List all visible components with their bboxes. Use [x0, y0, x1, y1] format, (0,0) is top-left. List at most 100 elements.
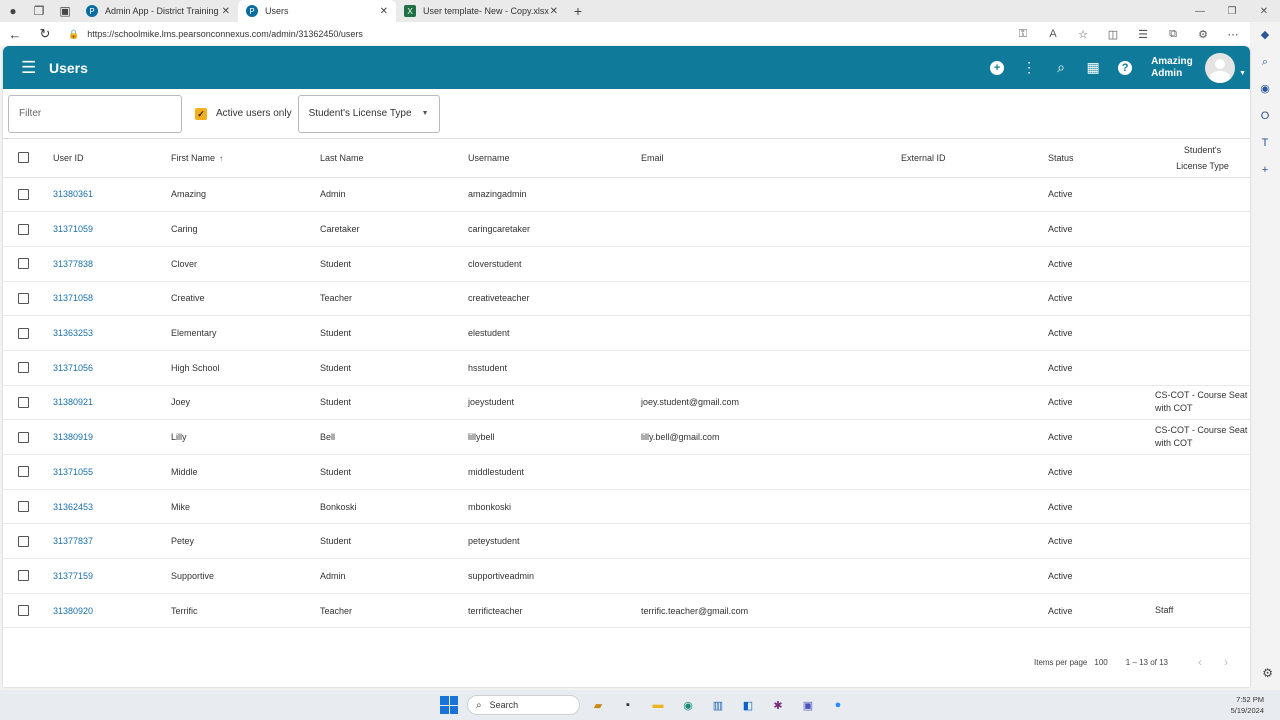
- window-close-icon[interactable]: ✕: [1248, 0, 1280, 22]
- row-checkbox[interactable]: [18, 223, 29, 235]
- row-checkbox[interactable]: [18, 188, 29, 200]
- license-type-select[interactable]: Student's License Type ▼: [297, 94, 440, 133]
- edge-browser-icon[interactable]: ◉: [673, 695, 703, 715]
- zoom-icon[interactable]: ●: [823, 695, 853, 715]
- url-field[interactable]: 🔒 https://schoolmike.lms.pearsonconnexus…: [68, 29, 1008, 40]
- split-screen-icon[interactable]: ◫: [1098, 28, 1128, 41]
- outlook-icon[interactable]: ◧: [733, 695, 763, 715]
- user-id-link[interactable]: 31371055: [53, 454, 171, 490]
- restore-icon[interactable]: ❐: [1216, 0, 1248, 22]
- profile-icon[interactable]: ●: [0, 0, 26, 22]
- new-tab-icon[interactable]: +: [566, 3, 590, 19]
- copilot-icon[interactable]: ◆: [1250, 22, 1280, 49]
- row-checkbox[interactable]: [18, 362, 29, 374]
- previous-page-icon[interactable]: ‹: [1198, 655, 1202, 669]
- briefcase-icon[interactable]: ▰: [583, 695, 613, 715]
- settings-gear-icon[interactable]: ⚙: [1262, 666, 1273, 680]
- system-clock[interactable]: 7:52 PM 5/19/2024: [1231, 694, 1264, 716]
- close-tab-icon[interactable]: ✕: [550, 6, 558, 17]
- favorite-star-icon[interactable]: ☆: [1068, 28, 1098, 41]
- search-icon[interactable]: ⌕: [1250, 49, 1280, 76]
- read-aloud-icon[interactable]: A: [1038, 28, 1068, 41]
- file-explorer-icon[interactable]: ▬: [643, 695, 673, 715]
- chevron-down-icon[interactable]: ▼: [1239, 70, 1246, 77]
- user-id-link[interactable]: 31380361: [53, 177, 171, 213]
- user-id-link[interactable]: 31380919: [53, 419, 171, 455]
- header-first-name[interactable]: First Name ↑: [171, 139, 320, 178]
- row-checkbox[interactable]: [18, 327, 29, 339]
- row-checkbox[interactable]: [18, 535, 29, 547]
- header-user-id[interactable]: User ID: [53, 139, 171, 178]
- tab-actions-icon[interactable]: ▣: [52, 0, 78, 22]
- user-id-link[interactable]: 31371059: [53, 211, 171, 247]
- more-vert-icon[interactable]: ⋮: [1013, 59, 1045, 76]
- row-checkbox[interactable]: [18, 396, 29, 408]
- row-checkbox[interactable]: [18, 501, 29, 513]
- close-tab-icon[interactable]: ✕: [222, 6, 230, 17]
- browser-tab-users[interactable]: P Users ✕: [238, 0, 396, 22]
- header-external-id[interactable]: External ID: [901, 139, 1048, 178]
- row-checkbox-cell: [3, 350, 53, 386]
- more-icon[interactable]: ⋯: [1218, 28, 1248, 41]
- lock-icon[interactable]: 🔒: [68, 29, 79, 40]
- next-page-icon[interactable]: ›: [1224, 655, 1228, 669]
- outlook-icon[interactable]: O: [1250, 103, 1280, 130]
- windows-start-icon[interactable]: [440, 696, 458, 714]
- clock-time: 7:52 PM: [1236, 695, 1264, 704]
- favorites-icon[interactable]: ☰: [1128, 28, 1158, 41]
- user-id-link[interactable]: 31371058: [53, 281, 171, 317]
- user-id-link[interactable]: 31377837: [53, 523, 171, 560]
- checkmark-icon[interactable]: ✓: [195, 107, 207, 120]
- row-checkbox[interactable]: [18, 292, 29, 304]
- header-license-type[interactable]: Student's License Type: [1155, 139, 1250, 178]
- apps-grid-icon[interactable]: ▦: [1077, 59, 1109, 76]
- app-icon[interactable]: ▥: [703, 695, 733, 715]
- row-checkbox[interactable]: [18, 466, 29, 478]
- teams-icon[interactable]: ▣: [793, 695, 823, 715]
- user-id-link[interactable]: 31380921: [53, 385, 171, 421]
- browser-tab-admin-app[interactable]: P Admin App - District Training ✕: [78, 0, 238, 22]
- slack-icon[interactable]: ✱: [763, 695, 793, 715]
- user-id-link[interactable]: 31377159: [53, 558, 171, 594]
- user-name[interactable]: Amazing Admin: [1151, 56, 1201, 80]
- paginator: Items per page 100 1 – 13 of 13 ‹ ›: [1034, 655, 1250, 669]
- filter-input[interactable]: [8, 94, 182, 133]
- username-cell: hsstudent: [468, 350, 641, 386]
- close-tab-icon[interactable]: ✕: [380, 6, 388, 17]
- search-icon[interactable]: ⌕: [1045, 59, 1077, 76]
- minimize-icon[interactable]: —: [1184, 0, 1216, 22]
- user-id-link[interactable]: 31377838: [53, 246, 171, 282]
- avatar[interactable]: [1205, 52, 1236, 83]
- workspaces-icon[interactable]: ❐: [26, 0, 52, 22]
- extensions-icon[interactable]: ⚙: [1188, 28, 1218, 41]
- header-status[interactable]: Status: [1048, 139, 1155, 178]
- user-id-link[interactable]: 31362453: [53, 489, 171, 525]
- select-all-checkbox[interactable]: [18, 152, 29, 164]
- user-id-link[interactable]: 31363253: [53, 315, 171, 351]
- user-id-link[interactable]: 31371056: [53, 350, 171, 386]
- row-checkbox[interactable]: [18, 431, 29, 443]
- browser-tab-excel[interactable]: X User template- New - Copy.xlsx ✕: [396, 0, 566, 22]
- collections-icon[interactable]: ⧉: [1158, 28, 1188, 41]
- teams-icon[interactable]: T: [1250, 130, 1280, 157]
- excel-icon: X: [404, 5, 416, 17]
- user-id-link[interactable]: 31380920: [53, 593, 171, 629]
- items-per-page-select[interactable]: 100: [1094, 658, 1107, 667]
- header-username[interactable]: Username: [468, 139, 641, 178]
- header-email[interactable]: Email: [641, 139, 901, 178]
- taskbar-search[interactable]: ⌕ Search: [467, 695, 580, 715]
- header-last-name[interactable]: Last Name: [320, 139, 468, 178]
- key-icon[interactable]: ⚿: [1008, 28, 1038, 41]
- add-icon[interactable]: +: [990, 60, 1005, 75]
- row-checkbox[interactable]: [18, 570, 29, 582]
- terminal-icon[interactable]: ▪: [613, 695, 643, 715]
- sidebar-app-icon[interactable]: ◉: [1250, 76, 1280, 103]
- row-checkbox[interactable]: [18, 605, 29, 617]
- active-users-checkbox[interactable]: ✓ Active users only: [195, 107, 292, 120]
- add-icon[interactable]: +: [1250, 157, 1280, 184]
- row-checkbox[interactable]: [18, 258, 29, 270]
- help-icon[interactable]: ?: [1118, 60, 1133, 75]
- refresh-icon[interactable]: ↻: [30, 26, 60, 42]
- back-icon[interactable]: ←: [0, 27, 30, 42]
- hamburger-menu-icon[interactable]: ☰: [21, 58, 49, 78]
